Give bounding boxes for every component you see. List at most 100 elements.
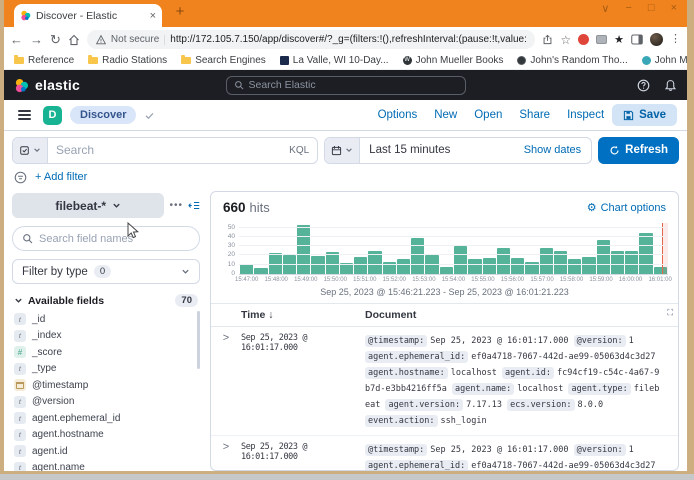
filter-menu-icon[interactable] xyxy=(14,171,27,184)
elastic-brand[interactable]: elastic xyxy=(14,77,80,93)
histogram-bar[interactable] xyxy=(311,256,324,274)
bookmark-item[interactable]: La Valle, WI 10-Day... xyxy=(280,55,389,66)
extension-icon-dark[interactable]: ★ xyxy=(614,33,624,46)
bookmark-item[interactable]: Reference xyxy=(14,55,74,66)
histogram-bar[interactable] xyxy=(425,255,438,274)
home-icon[interactable] xyxy=(68,34,80,46)
histogram-bar[interactable] xyxy=(354,257,367,274)
doc-field-badge[interactable]: agent.ephemeral_id: xyxy=(365,460,468,470)
share-icon[interactable] xyxy=(542,34,553,45)
doc-field-badge[interactable]: agent.ephemeral_id: xyxy=(365,351,468,363)
collapse-sidebar-icon[interactable] xyxy=(188,200,200,211)
index-pattern-switcher[interactable]: filebeat-* xyxy=(12,193,164,218)
query-search-input[interactable]: Search xyxy=(48,138,281,163)
bookmark-item[interactable]: John's Random Tho... xyxy=(517,55,627,66)
field-item[interactable]: tagent.hostname xyxy=(14,427,200,444)
space-badge[interactable]: D xyxy=(43,106,62,125)
hits-histogram[interactable]: 01020304050 xyxy=(239,223,668,275)
saved-query-menu-button[interactable] xyxy=(13,138,48,163)
doc-field-badge[interactable]: agent.hostname: xyxy=(365,367,448,379)
expand-row-icon[interactable]: > xyxy=(211,442,241,453)
maximize-button[interactable]: □ xyxy=(648,2,655,15)
histogram-bar[interactable] xyxy=(483,258,496,274)
nav-link-share[interactable]: Share xyxy=(519,109,550,121)
bookmark-item[interactable]: WJohn Mueller Books xyxy=(403,55,504,66)
new-tab-button[interactable]: + xyxy=(170,3,190,20)
doc-field-badge[interactable]: agent.name: xyxy=(452,383,514,395)
forward-icon[interactable]: → xyxy=(30,33,43,46)
tab-search-icon[interactable]: ∨ xyxy=(601,2,609,15)
nav-link-open[interactable]: Open xyxy=(474,109,502,121)
nav-link-inspect[interactable]: Inspect xyxy=(567,109,604,121)
back-icon[interactable]: ← xyxy=(10,33,23,46)
filter-by-type-select[interactable]: Filter by type 0 xyxy=(12,259,200,284)
extension-icon-gray[interactable] xyxy=(596,35,607,44)
address-bar[interactable]: Not secure http://172.105.7.150/app/disc… xyxy=(87,30,535,49)
doc-field-badge[interactable]: @version: xyxy=(574,444,626,456)
expand-table-icon[interactable]: ⛶ xyxy=(667,308,673,318)
histogram-bar[interactable] xyxy=(240,264,253,274)
extension-icon-red[interactable] xyxy=(578,34,589,45)
browser-menu-icon[interactable]: ⋮ xyxy=(670,34,681,45)
time-column-header[interactable]: Time ↓ xyxy=(241,309,365,321)
security-label[interactable]: Not secure xyxy=(111,34,159,45)
histogram-bar[interactable] xyxy=(540,248,553,274)
histogram-bar[interactable] xyxy=(454,246,467,274)
close-button[interactable]: × xyxy=(671,2,677,15)
doc-field-badge[interactable]: agent.type: xyxy=(568,383,630,395)
nav-link-options[interactable]: Options xyxy=(378,109,418,121)
field-item[interactable]: t@version xyxy=(14,394,200,411)
field-list-scrollbar[interactable] xyxy=(197,311,200,369)
nav-link-new[interactable]: New xyxy=(434,109,457,121)
menu-hamburger-icon[interactable] xyxy=(14,106,35,124)
reload-icon[interactable]: ↻ xyxy=(50,33,61,46)
doc-field-badge[interactable]: @timestamp: xyxy=(365,444,427,456)
histogram-bar[interactable] xyxy=(511,258,524,274)
histogram-bar[interactable] xyxy=(582,257,595,274)
field-item[interactable]: #_score xyxy=(14,344,200,361)
histogram-bar[interactable] xyxy=(440,267,453,274)
field-item[interactable]: @timestamp xyxy=(14,377,200,394)
doc-field-badge[interactable]: @timestamp: xyxy=(365,335,427,347)
bookmark-item[interactable]: Radio Stations xyxy=(88,55,167,66)
doc-field-badge[interactable]: @version: xyxy=(574,335,626,347)
more-options-icon[interactable]: ••• xyxy=(169,200,183,211)
histogram-bar[interactable] xyxy=(397,259,410,274)
add-filter-button[interactable]: + Add filter xyxy=(35,171,87,183)
doc-field-badge[interactable]: ecs.version: xyxy=(507,399,574,411)
side-panel-icon[interactable] xyxy=(631,34,643,45)
field-item[interactable]: tagent.id xyxy=(14,443,200,460)
field-item[interactable]: t_id xyxy=(14,311,200,328)
show-dates-button[interactable]: Show dates xyxy=(514,144,591,156)
alerts-bell-icon[interactable] xyxy=(664,79,677,92)
refresh-button[interactable]: Refresh xyxy=(598,137,679,164)
bookmark-item[interactable]: John Mueller Books... xyxy=(642,55,687,66)
doc-field-badge[interactable]: agent.version: xyxy=(385,399,463,411)
field-item[interactable]: t_type xyxy=(14,361,200,378)
tab-close-icon[interactable]: × xyxy=(150,10,156,22)
field-search-input[interactable]: Search field names xyxy=(12,226,200,251)
histogram-bar[interactable] xyxy=(497,248,510,274)
minimize-button[interactable]: − xyxy=(625,2,631,15)
field-item[interactable]: t_index xyxy=(14,328,200,345)
expand-row-icon[interactable]: > xyxy=(211,333,241,344)
doc-field-badge[interactable]: event.action: xyxy=(365,415,438,427)
breadcrumb[interactable]: Discover xyxy=(70,106,136,124)
histogram-bar[interactable] xyxy=(568,259,581,274)
available-fields-header[interactable]: Available fields 70 xyxy=(12,294,200,307)
field-item[interactable]: tagent.name xyxy=(14,460,200,472)
time-range-value[interactable]: Last 15 minutes xyxy=(360,138,514,163)
doc-field-badge[interactable]: agent.id: xyxy=(502,367,554,379)
histogram-bar[interactable] xyxy=(297,225,310,274)
save-button[interactable]: Save xyxy=(612,104,677,126)
kql-language-button[interactable]: KQL xyxy=(281,145,317,156)
sort-desc-icon[interactable]: ↓ xyxy=(268,309,273,321)
chart-options-button[interactable]: ⚙ Chart options xyxy=(587,201,666,214)
browser-tab[interactable]: Discover - Elastic × xyxy=(14,4,162,27)
global-search-input[interactable]: Search Elastic xyxy=(226,76,466,95)
help-icon[interactable] xyxy=(637,79,650,92)
field-item[interactable]: tagent.ephemeral_id xyxy=(14,410,200,427)
bookmark-star-icon[interactable]: ☆ xyxy=(560,34,571,46)
histogram-bar[interactable] xyxy=(411,238,424,274)
bookmark-item[interactable]: Search Engines xyxy=(181,55,266,66)
